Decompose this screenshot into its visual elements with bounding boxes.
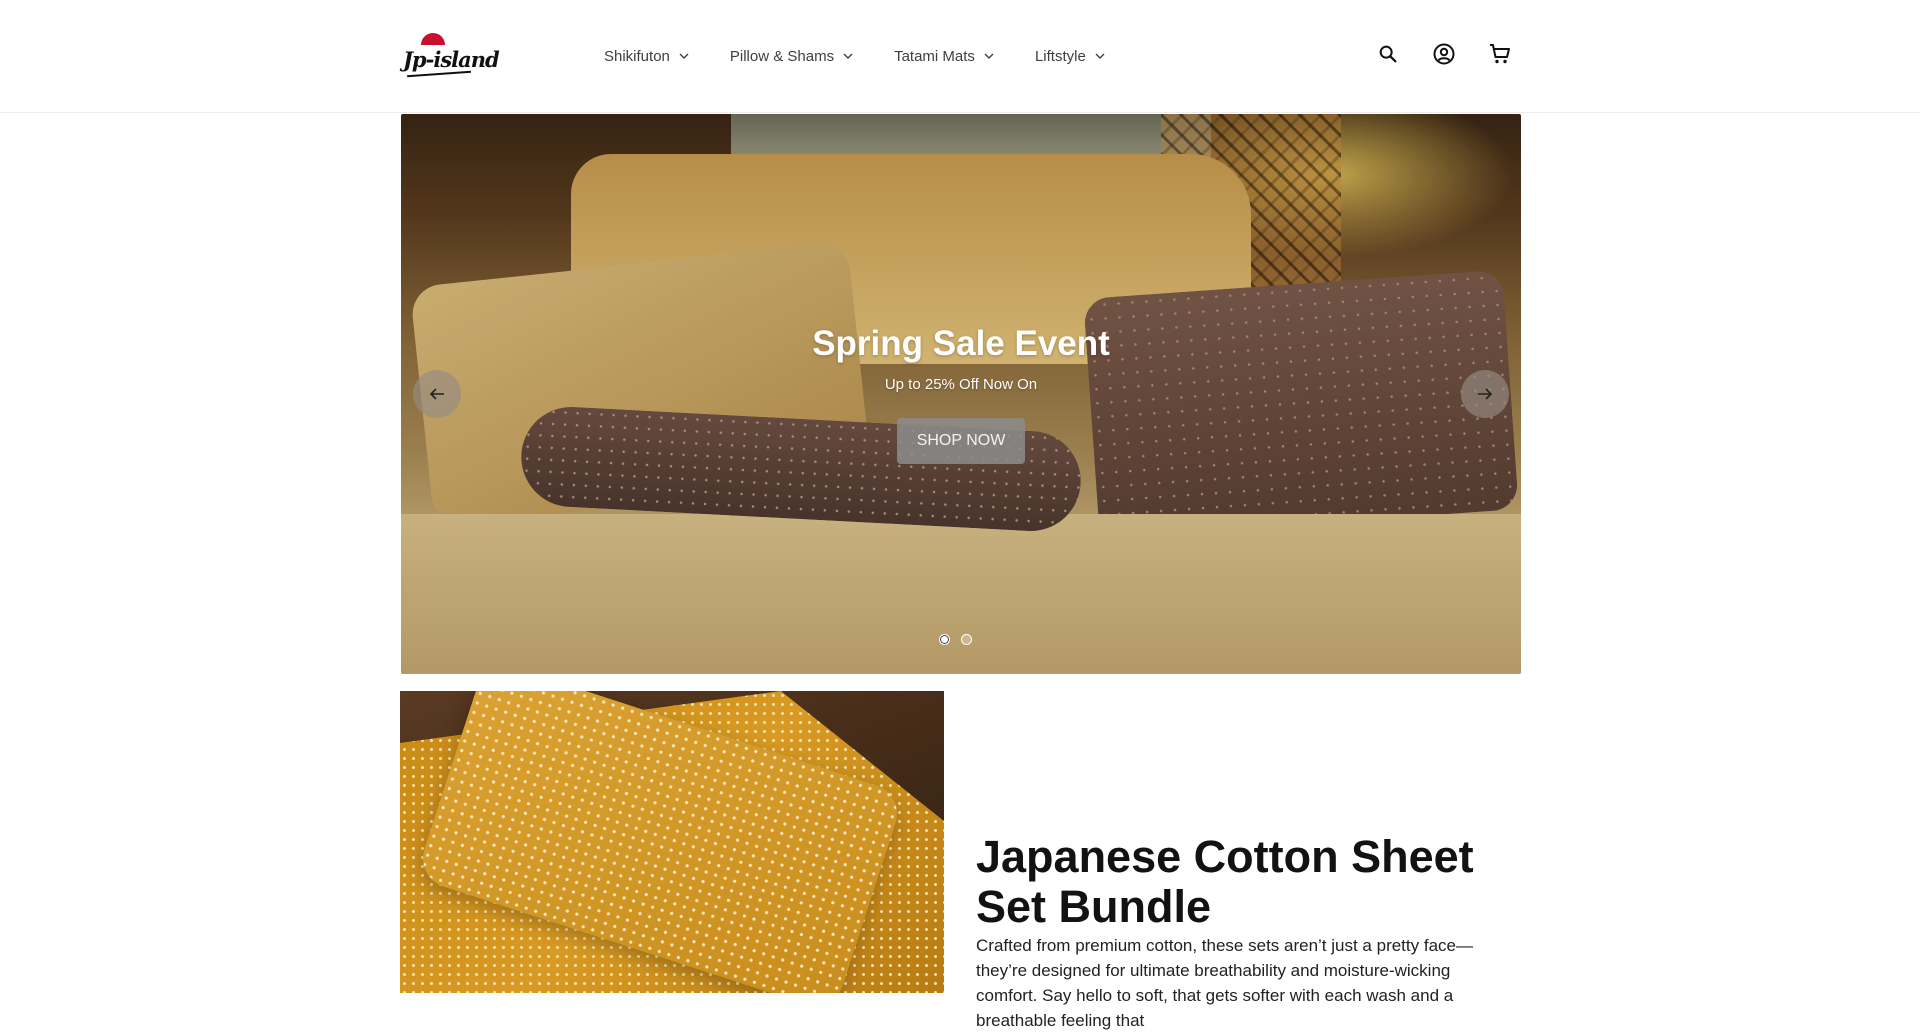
chevron-down-icon [1095, 53, 1105, 59]
account-button[interactable] [1432, 42, 1456, 66]
feature-image-pillow [415, 691, 905, 993]
chevron-down-icon [984, 53, 994, 59]
logo-sun-mark [421, 33, 445, 45]
search-icon [1379, 45, 1397, 63]
cart-icon [1490, 44, 1510, 64]
nav-item-tatami-mats[interactable]: Tatami Mats [894, 41, 995, 71]
nav-item-label: Pillow & Shams [729, 47, 835, 65]
slide-dot-1[interactable] [939, 634, 950, 645]
arrow-right-icon [1478, 388, 1493, 400]
chevron-down-icon [679, 53, 689, 59]
nav-item-pillow-shams[interactable]: Pillow & Shams [730, 41, 854, 71]
feature-description: Crafted from premium cotton, these sets … [976, 936, 1473, 1030]
account-icon [1433, 43, 1455, 65]
slide-dots [939, 634, 983, 645]
cart-button[interactable] [1488, 42, 1512, 66]
nav-item-label: Shikifuton [604, 47, 670, 65]
slide-prev-button[interactable] [413, 370, 461, 418]
site-header: Jp-island Shikifuton Pillow & Shams Tata… [0, 0, 1920, 113]
hero-title: Spring Sale Event [812, 324, 1110, 363]
shop-now-button[interactable]: SHOP NOW [897, 418, 1025, 464]
brand-logo[interactable]: Jp-island [401, 31, 500, 79]
arrow-left-icon [429, 388, 444, 400]
nav-item-liftstyle[interactable]: Liftstyle [1035, 41, 1106, 71]
chevron-down-icon [843, 53, 853, 59]
hero-slideshow: Spring Sale Event Up to 25% Off Now On S… [401, 114, 1521, 674]
hero-subtitle: Up to 25% Off Now On [884, 376, 1038, 393]
feature-title: Japanese Cotton Sheet Set Bundle [976, 831, 1474, 932]
search-button[interactable] [1376, 42, 1400, 66]
slide-next-button[interactable] [1461, 370, 1509, 418]
nav-item-label: Liftstyle [1034, 47, 1086, 65]
logo-wordmark: Jp-island [403, 47, 500, 72]
nav-item-shikifuton[interactable]: Shikifuton [604, 41, 690, 71]
feature-image [400, 691, 944, 993]
main-nav: Shikifuton Pillow & Shams Tatami Mats Li… [604, 0, 1146, 112]
slide-dot-2[interactable] [961, 634, 972, 645]
nav-item-label: Tatami Mats [894, 47, 975, 65]
header-icons [1376, 42, 1512, 66]
